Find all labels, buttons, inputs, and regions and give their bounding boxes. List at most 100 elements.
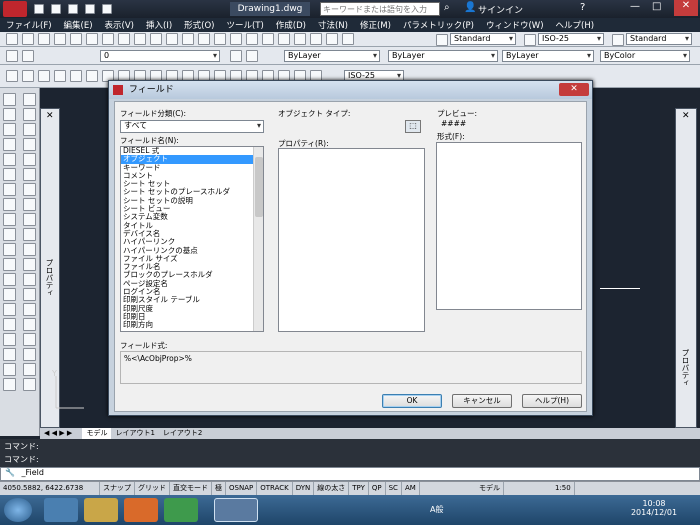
start-button[interactable]	[4, 498, 32, 522]
paste-icon[interactable]	[118, 33, 130, 45]
fieldname-item[interactable]: 印刷方向	[121, 320, 263, 329]
status-toggle[interactable]: 直交モード	[170, 482, 212, 495]
tablestyle-icon[interactable]	[612, 34, 624, 46]
status-toggle[interactable]: AM	[402, 482, 420, 495]
sheetset-icon[interactable]	[294, 33, 306, 45]
user-icon[interactable]: 👤	[464, 2, 476, 13]
properties-list[interactable]	[278, 148, 425, 332]
dimstyle-combo[interactable]: ISO-25	[538, 33, 604, 45]
palette-close-icon[interactable]: ✕	[46, 111, 54, 121]
layout-tab[interactable]: モデル	[82, 428, 112, 439]
save-icon[interactable]	[67, 4, 78, 14]
tab-nav-arrows[interactable]: ◀ ◀ ▶ ▶	[40, 428, 76, 439]
search-icon[interactable]: ⌕	[444, 2, 450, 13]
revcloud-icon[interactable]	[23, 198, 36, 211]
redo-icon[interactable]	[166, 33, 178, 45]
textstyle-icon[interactable]	[436, 34, 448, 46]
new-icon[interactable]	[34, 4, 44, 14]
menu-item[interactable]: 編集(E)	[58, 18, 99, 32]
pan-icon[interactable]	[182, 33, 194, 45]
explode-icon[interactable]	[3, 333, 16, 346]
help-button[interactable]: ヘルプ(H)	[522, 394, 582, 408]
minimize-button[interactable]: —	[630, 1, 640, 12]
annotation-scale[interactable]: 1:50	[552, 482, 575, 495]
layer-manager-icon[interactable]	[6, 50, 18, 62]
ime-indicator[interactable]: A般	[430, 504, 443, 515]
wrench-icon[interactable]: 🔧	[1, 468, 19, 477]
calc-icon[interactable]	[326, 33, 338, 45]
properties-icon[interactable]	[246, 33, 258, 45]
chrome-icon[interactable]	[164, 498, 198, 522]
menu-item[interactable]: 寸法(N)	[312, 18, 354, 32]
dialog-close-button[interactable]: ✕	[559, 83, 589, 96]
dim-arc-icon[interactable]	[38, 70, 50, 82]
command-input[interactable]: 🔧 _Field	[0, 467, 700, 481]
layer-previous-icon[interactable]	[246, 50, 258, 62]
autocad-taskbar-icon[interactable]	[214, 498, 258, 522]
status-toggle[interactable]: TPY	[349, 482, 369, 495]
maximize-button[interactable]: □	[652, 1, 661, 12]
extend-icon[interactable]	[3, 258, 16, 271]
style-icon[interactable]	[3, 378, 16, 391]
join-icon[interactable]	[3, 288, 16, 301]
status-toggle[interactable]: 極	[212, 482, 226, 495]
menu-item[interactable]: 挿入(I)	[140, 18, 178, 32]
scale-icon[interactable]	[3, 213, 16, 226]
help-icon[interactable]	[342, 33, 354, 45]
palette-close-icon[interactable]: ✕	[682, 111, 690, 121]
status-toggle[interactable]: スナップ	[100, 482, 135, 495]
copy-icon[interactable]	[3, 123, 16, 136]
stretch-icon[interactable]	[3, 228, 16, 241]
spline-icon[interactable]	[23, 213, 36, 226]
ie-icon[interactable]	[44, 498, 78, 522]
table-icon[interactable]	[23, 348, 36, 361]
dim-aligned-icon[interactable]	[22, 70, 34, 82]
save-icon[interactable]	[38, 33, 50, 45]
coordinate-readout[interactable]: 4050.5882, 6422.6738	[0, 482, 100, 495]
clock[interactable]: 10:08 2014/12/01	[624, 499, 684, 517]
menu-item[interactable]: 表示(V)	[99, 18, 140, 32]
plotstyle-combo[interactable]: ByColor	[600, 50, 690, 62]
ellipse-icon[interactable]	[23, 228, 36, 241]
hatch-icon[interactable]	[23, 303, 36, 316]
new-icon[interactable]	[6, 33, 18, 45]
polygon-icon[interactable]	[23, 138, 36, 151]
menu-item[interactable]: パラメトリック(P)	[397, 18, 480, 32]
help-icon[interactable]: ?	[580, 2, 585, 13]
color-combo[interactable]: ByLayer	[284, 50, 380, 62]
lineweight-combo[interactable]: ByLayer	[502, 50, 594, 62]
undo-icon[interactable]	[150, 33, 162, 45]
status-toggle[interactable]: グリッド	[135, 482, 170, 495]
array-icon[interactable]	[3, 168, 16, 181]
field-expression[interactable]: %<\AcObjProp>%	[120, 351, 582, 384]
line-icon[interactable]	[23, 93, 36, 106]
ellipse-arc-icon[interactable]	[23, 243, 36, 256]
matchprop-icon[interactable]	[134, 33, 146, 45]
dim-jogged-icon[interactable]	[86, 70, 98, 82]
rectangle-icon[interactable]	[23, 153, 36, 166]
close-button[interactable]: ✕	[674, 0, 698, 16]
offset-icon[interactable]	[3, 153, 16, 166]
print-icon[interactable]	[54, 33, 66, 45]
zoom-icon[interactable]	[198, 33, 210, 45]
circle-icon[interactable]	[23, 183, 36, 196]
menu-item[interactable]: 形式(O)	[178, 18, 220, 32]
status-toggle[interactable]: 線の太さ	[314, 482, 350, 495]
copy-icon[interactable]	[102, 33, 114, 45]
status-toggle[interactable]: SC	[386, 482, 402, 495]
gradient-icon[interactable]	[23, 318, 36, 331]
ok-button[interactable]: OK	[382, 394, 442, 408]
model-button[interactable]: モデル	[476, 482, 504, 495]
search-input[interactable]	[320, 2, 440, 16]
make-block-icon[interactable]	[23, 273, 36, 286]
open-icon[interactable]	[50, 4, 61, 14]
dimstyle-icon[interactable]	[524, 34, 536, 46]
status-toggle[interactable]: OTRACK	[257, 482, 293, 495]
category-select[interactable]: すべて	[120, 120, 264, 133]
layer-state-icon[interactable]	[22, 50, 34, 62]
menu-item[interactable]: 修正(M)	[354, 18, 397, 32]
fieldnames-list[interactable]: DIESEL 式オブジェクト キーワード コメント シート セット シート セットのプレ…	[120, 146, 264, 332]
menu-item[interactable]: ヘルプ(H)	[550, 18, 601, 32]
dim-radius-icon[interactable]	[70, 70, 82, 82]
menu-item[interactable]: ツール(T)	[220, 18, 269, 32]
